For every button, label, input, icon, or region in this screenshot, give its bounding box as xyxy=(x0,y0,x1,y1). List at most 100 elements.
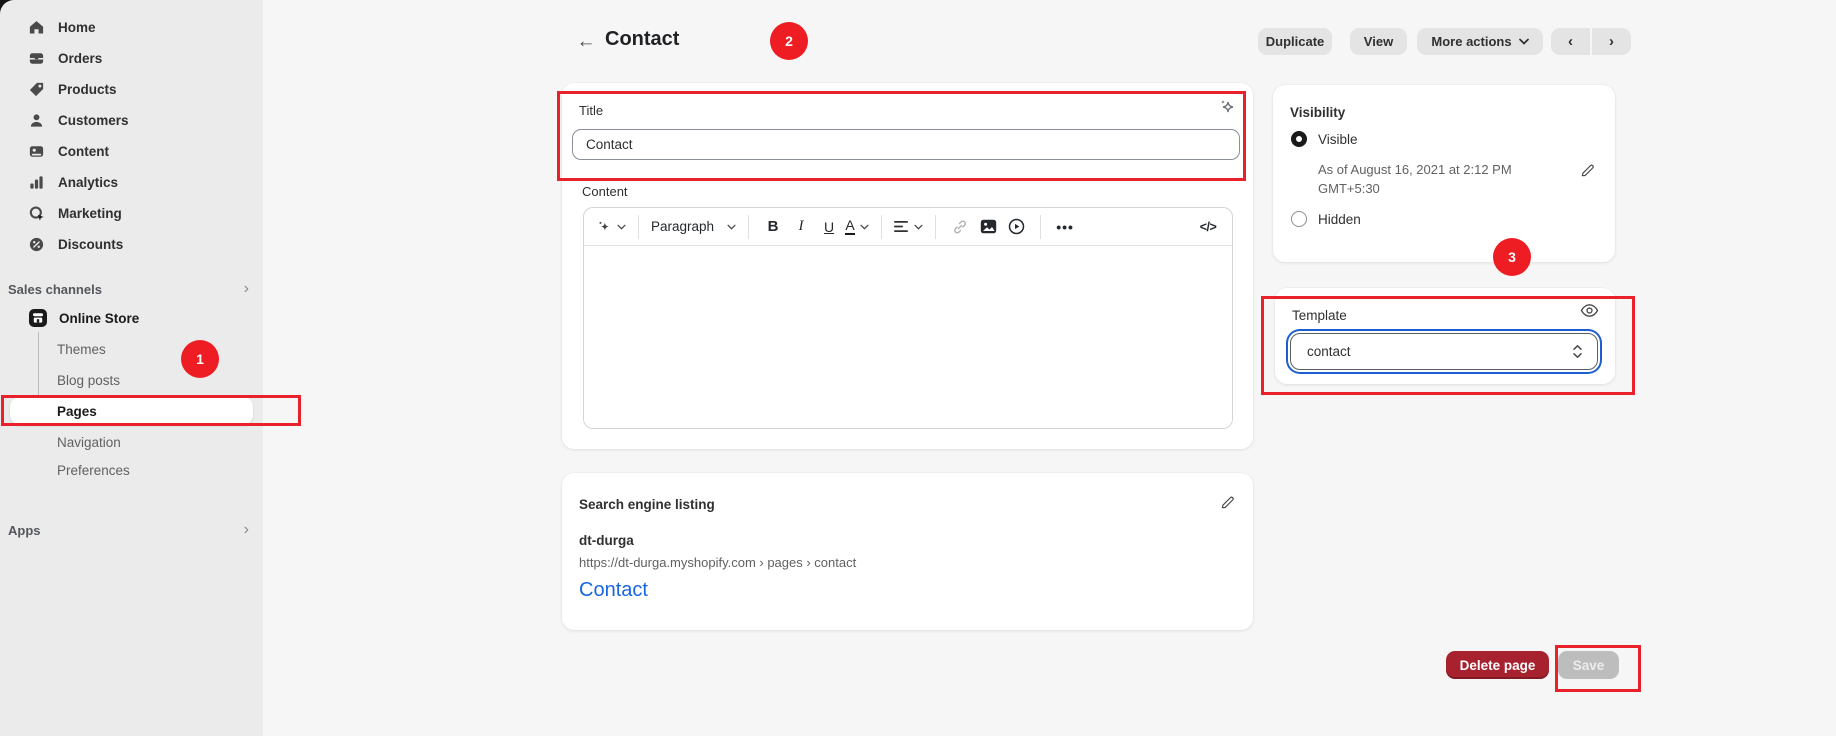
sidebar: Home Orders Products Customers xyxy=(0,0,263,736)
sidebar-item-label: Content xyxy=(58,144,109,159)
sidebar-item-label: Online Store xyxy=(59,311,139,326)
bold-button[interactable]: B xyxy=(761,214,785,240)
sidebar-item-label: Marketing xyxy=(58,206,122,221)
chevron-right-icon: › xyxy=(244,522,249,538)
toolbar-divider xyxy=(935,215,936,239)
paragraph-style-dropdown[interactable]: Paragraph xyxy=(651,214,736,240)
sidebar-item-customers[interactable]: Customers xyxy=(0,105,263,136)
edit-seo-icon[interactable] xyxy=(1220,495,1235,513)
duplicate-button[interactable]: Duplicate xyxy=(1258,28,1332,55)
schedule-timezone: GMT+5:30 xyxy=(1318,179,1548,198)
sidebar-item-online-store[interactable]: Online Store xyxy=(28,306,139,330)
annotation-badge-2: 2 xyxy=(770,22,808,60)
back-arrow-icon: ← xyxy=(577,31,596,53)
sidebar-item-label: Navigation xyxy=(57,435,121,450)
schedule-date: As of August 16, 2021 at 2:12 PM xyxy=(1318,160,1548,179)
discount-icon xyxy=(28,236,45,253)
sidebar-item-label: Home xyxy=(58,20,96,35)
template-heading: Template xyxy=(1292,308,1347,323)
chevron-right-icon: › xyxy=(1609,33,1614,50)
chevron-down-icon xyxy=(1519,38,1529,45)
save-button[interactable]: Save xyxy=(1558,651,1619,679)
italic-button[interactable]: I xyxy=(789,214,813,240)
sidebar-item-discounts[interactable]: Discounts xyxy=(0,229,263,260)
align-left-icon xyxy=(894,221,909,233)
sidebar-item-home[interactable]: Home xyxy=(0,12,263,43)
sidebar-item-blog-posts[interactable]: Blog posts xyxy=(57,370,120,390)
sidebar-section-sales-channels[interactable]: Sales channels › xyxy=(0,280,263,298)
sidebar-item-products[interactable]: Products xyxy=(0,74,263,105)
hidden-label: Hidden xyxy=(1318,212,1361,227)
back-button[interactable]: ← xyxy=(574,31,598,53)
sidebar-item-orders[interactable]: Orders xyxy=(0,43,263,74)
select-updown-icon xyxy=(1572,344,1583,359)
seo-site-name: dt-durga xyxy=(579,533,634,548)
orders-icon xyxy=(28,50,45,67)
sparkle-icon xyxy=(596,219,612,235)
seo-heading: Search engine listing xyxy=(579,497,715,512)
chevron-right-icon: › xyxy=(244,281,249,297)
delete-page-button[interactable]: Delete page xyxy=(1446,651,1549,679)
sidebar-item-label: Themes xyxy=(57,342,106,357)
image-icon xyxy=(980,219,997,234)
toolbar-divider xyxy=(748,215,749,239)
insert-image-button[interactable] xyxy=(976,214,1000,240)
button-label: View xyxy=(1364,34,1393,49)
ai-sparkle-icon[interactable] xyxy=(1217,97,1237,120)
chevron-left-icon: ‹ xyxy=(1568,33,1573,50)
more-options-button[interactable]: ••• xyxy=(1053,214,1077,240)
sidebar-nav-list: Home Orders Products Customers xyxy=(0,12,263,260)
paragraph-label: Paragraph xyxy=(651,219,714,234)
sidebar-item-themes[interactable]: Themes xyxy=(57,339,106,359)
sidebar-item-pages-selected[interactable]: Pages xyxy=(10,397,253,425)
template-select[interactable]: contact xyxy=(1290,333,1598,370)
ai-assist-dropdown[interactable] xyxy=(596,214,626,240)
insert-video-button[interactable] xyxy=(1004,214,1028,240)
button-label: More actions xyxy=(1431,34,1511,49)
view-button[interactable]: View xyxy=(1350,28,1407,55)
hidden-radio[interactable] xyxy=(1291,211,1307,227)
alignment-dropdown[interactable] xyxy=(894,214,923,240)
section-label: Sales channels xyxy=(8,282,102,297)
text-color-label: A xyxy=(845,218,854,235)
previous-page-button[interactable]: ‹ xyxy=(1551,28,1590,55)
preview-eye-icon[interactable] xyxy=(1580,303,1599,321)
more-actions-button[interactable]: More actions xyxy=(1417,28,1543,55)
title-field-label: Title xyxy=(579,103,603,118)
sidebar-item-analytics[interactable]: Analytics xyxy=(0,167,263,198)
sidebar-item-label: Blog posts xyxy=(57,373,120,388)
chevron-down-icon xyxy=(617,224,626,230)
edit-visibility-icon[interactable] xyxy=(1580,163,1595,181)
visible-radio[interactable] xyxy=(1291,131,1307,147)
text-color-dropdown[interactable]: A xyxy=(845,214,869,240)
annotation-badge-1: 1 xyxy=(181,340,219,378)
sidebar-item-label: Discounts xyxy=(58,237,123,252)
seo-breadcrumb-url: https://dt-durga.myshopify.com › pages ›… xyxy=(579,555,856,570)
sidebar-item-preferences[interactable]: Preferences xyxy=(57,460,130,480)
sidebar-item-navigation[interactable]: Navigation xyxy=(57,432,121,452)
section-label: Apps xyxy=(8,523,41,538)
sidebar-item-label: Customers xyxy=(58,113,129,128)
next-page-button[interactable]: › xyxy=(1592,28,1631,55)
chevron-down-icon xyxy=(860,224,869,230)
sidebar-section-apps[interactable]: Apps › xyxy=(0,521,263,539)
title-input[interactable] xyxy=(572,129,1240,160)
tag-icon xyxy=(28,81,45,98)
sidebar-item-label: Analytics xyxy=(58,175,118,190)
code-view-button[interactable]: </> xyxy=(1196,214,1220,240)
insert-link-button[interactable] xyxy=(948,214,972,240)
sidebar-item-label: Pages xyxy=(57,404,97,419)
sidebar-item-content[interactable]: Content xyxy=(0,136,263,167)
visible-label: Visible xyxy=(1318,132,1358,147)
page-details-card: Title Content Paragraph xyxy=(562,83,1253,449)
editor-toolbar: Paragraph B I U A xyxy=(584,208,1232,246)
rich-text-editor: Paragraph B I U A xyxy=(583,207,1233,429)
visibility-card: Visibility Visible As of August 16, 2021… xyxy=(1273,85,1615,262)
chevron-down-icon xyxy=(727,224,736,230)
search-engine-listing-card: Search engine listing dt-durga https://d… xyxy=(562,473,1253,630)
editor-body[interactable] xyxy=(584,246,1232,429)
sidebar-item-marketing[interactable]: Marketing xyxy=(0,198,263,229)
seo-page-title-preview: Contact xyxy=(579,579,648,602)
underline-button[interactable]: U xyxy=(817,214,841,240)
person-icon xyxy=(28,112,45,129)
